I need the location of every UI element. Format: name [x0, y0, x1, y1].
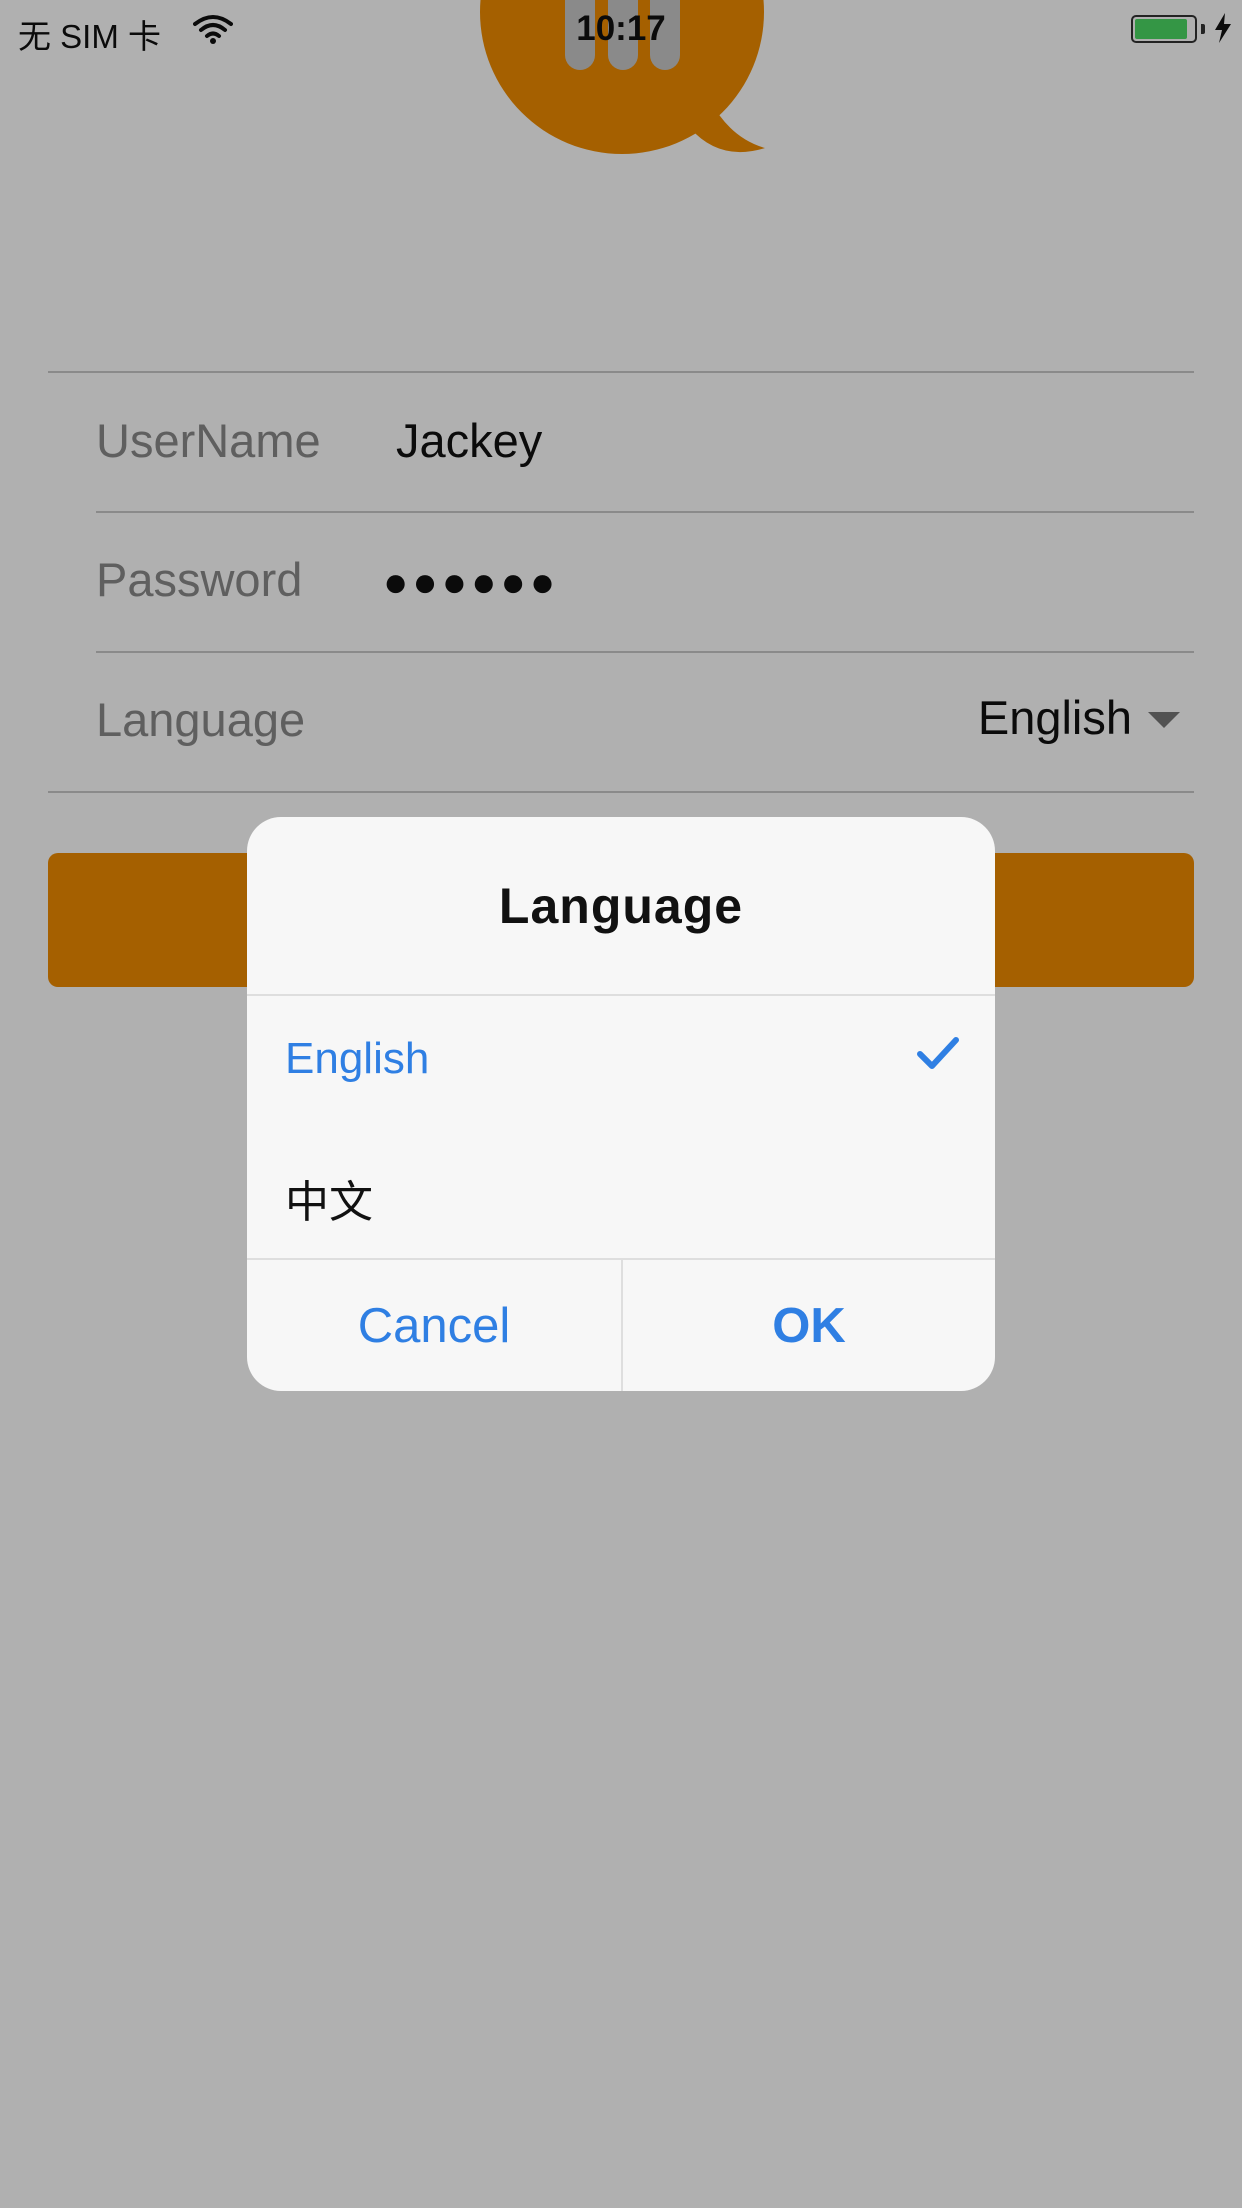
cancel-button[interactable]: Cancel [247, 1260, 621, 1391]
option-label: English [285, 1034, 430, 1083]
language-option-chinese[interactable]: 中文 [247, 1128, 995, 1260]
checkmark-icon [917, 1036, 959, 1075]
language-option-english[interactable]: English [247, 996, 995, 1128]
language-dialog: Language English 中文 Cancel OK [247, 817, 995, 1391]
ok-button[interactable]: OK [623, 1260, 995, 1391]
dialog-title: Language [498, 878, 744, 934]
option-label: 中文 [285, 1178, 373, 1227]
